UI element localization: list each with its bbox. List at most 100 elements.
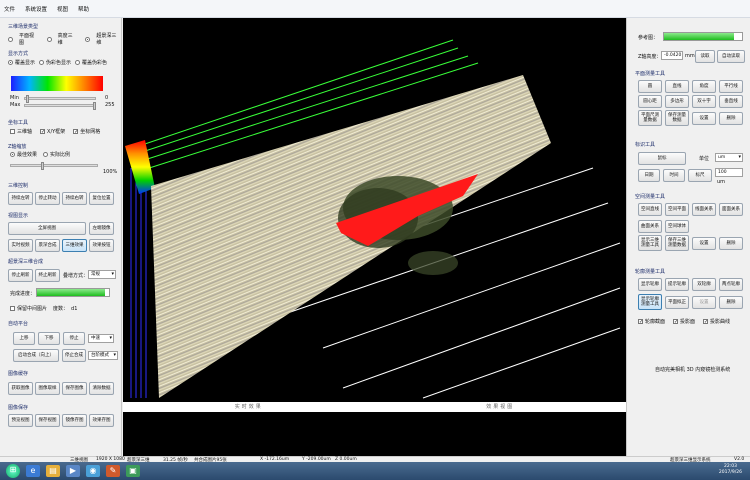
effect-button[interactable]: 效果按钮 (89, 239, 114, 252)
system-clock[interactable]: 22:03 2017/9/26 (719, 464, 742, 476)
read-button[interactable]: 读取 (695, 50, 715, 63)
mirror-save-button[interactable]: 镜像存图 (62, 414, 87, 427)
ruler-button[interactable]: 标尺 (688, 169, 712, 182)
save-image-button[interactable]: 保存图像 (62, 382, 87, 395)
menu-view[interactable]: 视图 (57, 5, 68, 13)
stop-refresh-button[interactable]: 停止刷新 (8, 269, 33, 282)
stack-mode-select[interactable]: 常规 (88, 270, 116, 279)
folder-icon[interactable]: ▤ (46, 465, 60, 477)
double-cross-tool[interactable]: 双十字 (692, 95, 716, 108)
radio-height[interactable] (46, 36, 52, 42)
z-slider[interactable] (10, 162, 98, 170)
two-point-profile-button[interactable]: 两点轮廓 (719, 278, 743, 291)
min-slider[interactable] (24, 95, 96, 103)
chk-projection-plane[interactable]: ✓ (673, 319, 678, 325)
move-down-button[interactable]: 下移 (38, 332, 60, 345)
chk-projection-curve[interactable]: ✓ (703, 319, 708, 325)
menu-help[interactable]: 帮助 (78, 5, 89, 13)
radio-overlay-pseudo[interactable] (75, 60, 81, 65)
sample-image-button[interactable]: 图像取样 (35, 382, 60, 395)
reset-position-button[interactable]: 复位位置 (89, 192, 114, 205)
radio-overlay[interactable] (8, 60, 13, 65)
rotate-right-button[interactable]: 持续右转 (62, 192, 87, 205)
profile-settings-button[interactable]: 设置 (692, 296, 716, 309)
auto-read-button[interactable]: 自动读取 (717, 50, 745, 63)
show-3d-tool-button[interactable]: 显示三维测量工具 (638, 235, 662, 251)
media-icon[interactable]: ▶ (66, 465, 80, 477)
line-tool[interactable]: 直线 (665, 80, 689, 93)
radio-plane[interactable] (8, 36, 13, 42)
polygon-tool[interactable]: 多边形 (665, 95, 689, 108)
start-icon[interactable]: ⊞ (6, 464, 20, 478)
save-view-button[interactable]: 保存视图 (35, 414, 60, 427)
program-icon[interactable]: ▣ (126, 465, 140, 477)
end-refresh-button[interactable]: 终止刷新 (35, 269, 60, 282)
time-button[interactable]: 时间 (663, 169, 685, 182)
clear-data-button[interactable]: 清除数据 (89, 382, 114, 395)
depth-stack-button[interactable]: 景深合成 (35, 239, 60, 252)
show-profile-button[interactable]: 显示轮廓 (638, 278, 662, 291)
3d-effect-button[interactable]: 三维效果 (62, 239, 87, 252)
line-plane-tool[interactable]: 线面关系 (692, 203, 716, 216)
tool-icon[interactable]: ✎ (106, 465, 120, 477)
save-3d-data-button[interactable]: 保存三维测量数据 (665, 235, 689, 251)
hint-profile-button[interactable]: 提示轮廓 (665, 278, 689, 291)
menu-file[interactable]: 文件 (4, 5, 15, 13)
speed-select[interactable]: 中速 (88, 334, 114, 343)
keep-images-check[interactable] (10, 306, 15, 311)
space-settings-button[interactable]: 设置 (692, 237, 716, 250)
move-up-button[interactable]: 上移 (13, 332, 35, 345)
chk-frame[interactable]: ✓ (40, 129, 45, 135)
auto-mode-select[interactable]: 台阶模式 (88, 351, 118, 360)
save-measure-data-button[interactable]: 保存测量数据 (665, 110, 689, 126)
chk-grid[interactable]: ✓ (73, 129, 78, 135)
plane-plane-tool[interactable]: 面面关系 (719, 203, 743, 216)
surface-tool[interactable]: 曲面关系 (638, 220, 662, 233)
get-image-button[interactable]: 获取图像 (8, 382, 33, 395)
stop-rotate-button[interactable]: 停止转动 (35, 192, 60, 205)
cursor-button[interactable]: 鼠标 (638, 152, 686, 165)
3d-viewport[interactable]: 实时效果 效果视图 (123, 18, 626, 456)
chk-profile-section[interactable]: ✓ (638, 319, 643, 325)
chk-3daxis[interactable] (10, 129, 15, 134)
double-profile-button[interactable]: 双轮廓 (692, 278, 716, 291)
full-view-button[interactable]: 全屏视图 (8, 222, 86, 235)
radio-actual[interactable] (43, 152, 49, 157)
space-line-tool[interactable]: 空间直线 (638, 203, 662, 216)
sphere-tool[interactable]: 空间球体 (665, 220, 689, 233)
menu-settings[interactable]: 系统设置 (25, 5, 47, 13)
date-button[interactable]: 日期 (638, 169, 660, 182)
space-plane-tool[interactable]: 空间平面 (665, 203, 689, 216)
parallel-tool[interactable]: 平行线 (719, 80, 743, 93)
live-video-button[interactable]: 实时视频 (8, 239, 33, 252)
auto-stack-button[interactable]: 启动合成（向上） (13, 349, 59, 362)
rotate-left-button[interactable]: 持续左转 (8, 192, 33, 205)
perpendicular-tool[interactable]: 垂直线 (719, 95, 743, 108)
max-slider[interactable] (24, 102, 96, 110)
center-distance-tool[interactable]: 圆心距 (638, 95, 662, 108)
plane-delete-button[interactable]: 删除 (719, 112, 743, 125)
ie-icon[interactable]: e (26, 465, 40, 477)
mirror-button[interactable]: 左端镜像 (89, 222, 114, 235)
plane-settings-button[interactable]: 设置 (692, 112, 716, 125)
ruler-value-field[interactable]: 100 (715, 168, 743, 177)
radio-overlay-pseudo-label: 覆盖伪彩色 (82, 60, 108, 66)
space-delete-button[interactable]: 删除 (719, 237, 743, 250)
radio-best[interactable] (10, 152, 15, 157)
radio-ultra[interactable] (85, 36, 91, 42)
profile-delete-button[interactable]: 删除 (719, 296, 743, 309)
plane-measure-data-button[interactable]: 平面尺测量数据 (638, 110, 662, 126)
plane-title: 平面测量工具 (635, 71, 666, 77)
stop-move-button[interactable]: 停止 (63, 332, 85, 345)
z-height-field[interactable]: -0.0420 (661, 51, 683, 60)
app-icon[interactable]: ◉ (86, 465, 100, 477)
circle-tool[interactable]: 圆 (638, 80, 662, 93)
unit-select[interactable]: um (715, 153, 743, 162)
preview-view-button[interactable]: 预览视图 (8, 414, 33, 427)
plane-fit-button[interactable]: 平面拟正 (665, 296, 689, 309)
stop-stack-button[interactable]: 停止合成 (62, 349, 86, 362)
radio-pseudo[interactable] (39, 60, 45, 65)
show-profile-tool-button[interactable]: 显示轮廓测量工具 (638, 294, 662, 310)
angle-tool[interactable]: 角度 (692, 80, 716, 93)
effect-save-button[interactable]: 效果存图 (89, 414, 114, 427)
